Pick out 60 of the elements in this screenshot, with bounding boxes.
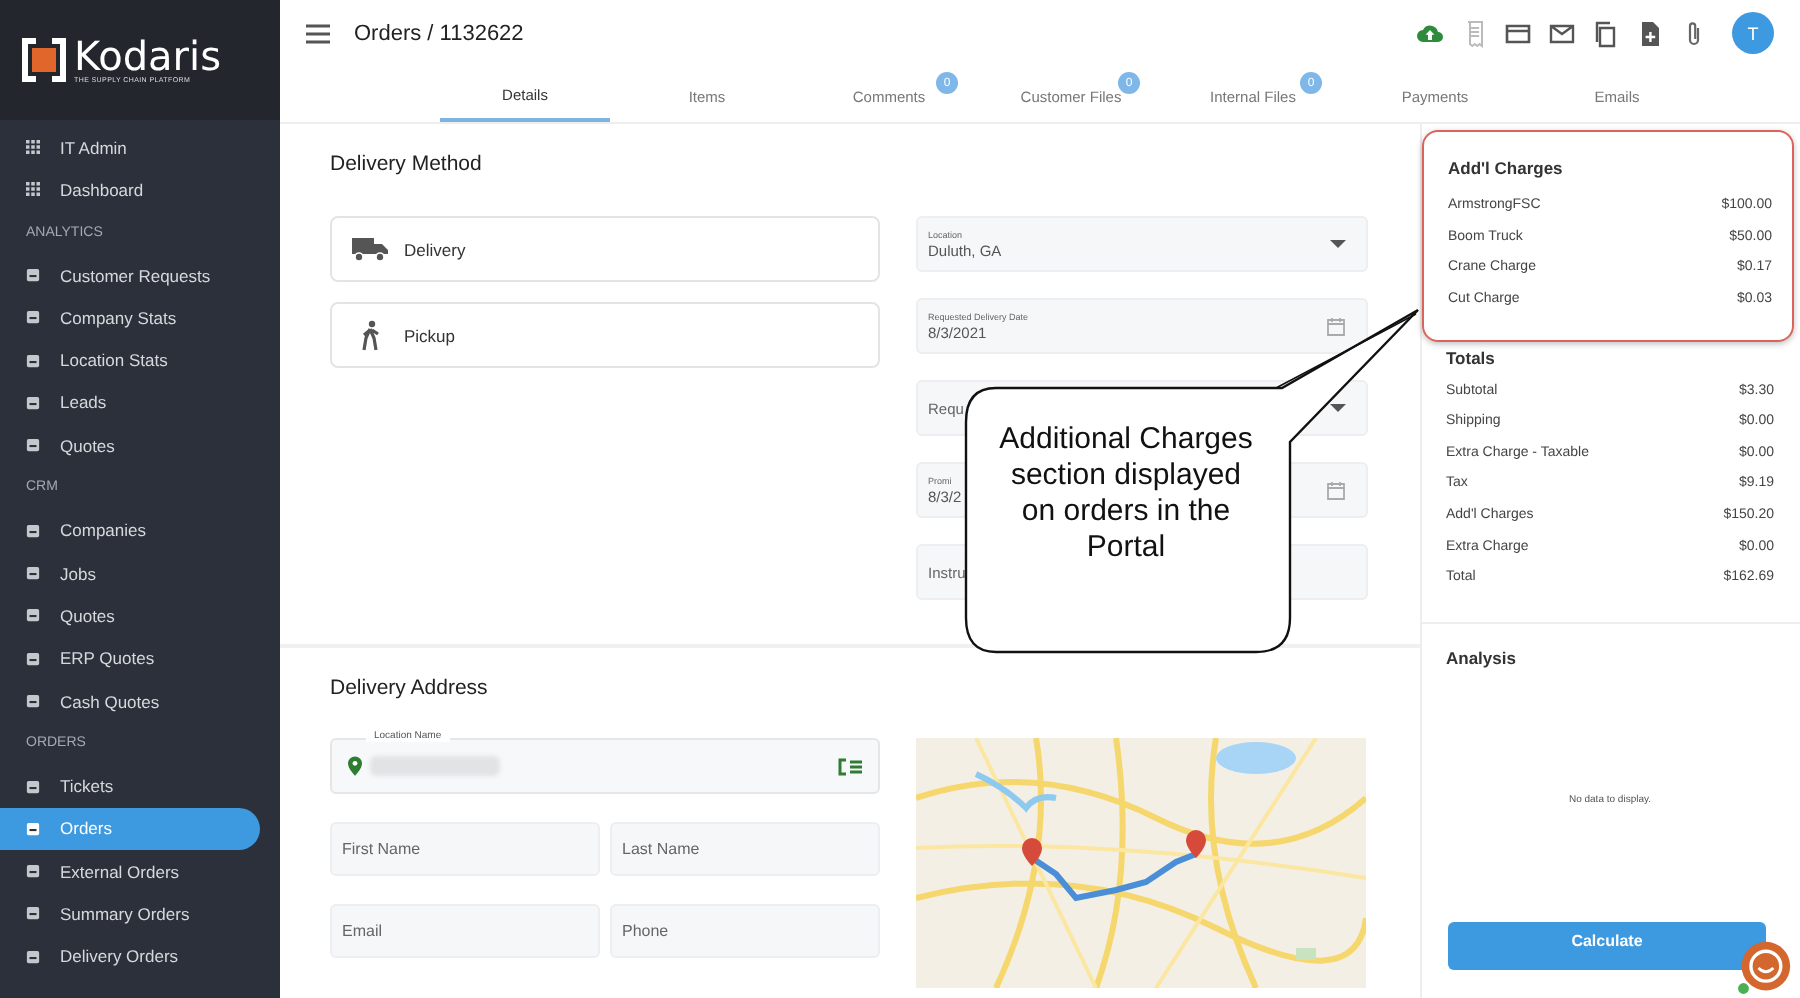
sidebar-item[interactable]: Tickets xyxy=(0,764,260,808)
list-icon[interactable] xyxy=(838,757,862,775)
sidebar-item[interactable]: Leads xyxy=(0,381,260,425)
sidebar-item[interactable]: Quotes xyxy=(0,594,260,638)
text-field[interactable]: First Name xyxy=(330,822,600,876)
sidebar-item[interactable]: Cash Quotes xyxy=(0,679,260,723)
document-icon xyxy=(26,949,40,964)
panel-title: Analysis xyxy=(1446,647,1518,668)
sidebar-item[interactable]: Summary Orders xyxy=(0,892,260,936)
delivery-option[interactable]: Delivery xyxy=(330,216,880,282)
document-icon xyxy=(26,779,40,794)
sidebar-item[interactable]: Location Stats xyxy=(0,338,260,382)
sidebar-item[interactable]: Companies xyxy=(0,509,260,552)
document-icon xyxy=(26,566,40,581)
document-icon xyxy=(26,268,40,283)
dropdown-caret-icon xyxy=(1330,240,1346,248)
section-title: Delivery Address xyxy=(330,676,490,700)
panel-title: Totals xyxy=(1446,348,1497,369)
text-field[interactable]: Phone xyxy=(610,904,880,958)
truck-icon xyxy=(352,236,388,262)
sidebar-item[interactable]: Jobs xyxy=(0,551,260,595)
panel-title: Add'l Charges xyxy=(1448,158,1565,178)
document-icon xyxy=(26,906,40,921)
document-icon xyxy=(26,395,40,410)
grid-icon xyxy=(26,182,40,197)
section-title: Delivery Method xyxy=(330,152,484,176)
dropdown-caret-icon xyxy=(1330,404,1346,412)
text-field[interactable]: Email xyxy=(330,904,600,958)
chat-icon[interactable] xyxy=(1736,940,1792,996)
document-icon xyxy=(26,821,40,836)
document-icon xyxy=(26,310,40,325)
grid-icon xyxy=(26,140,40,155)
sidebar-item[interactable]: Customer Requests xyxy=(0,253,260,297)
sidebar-item[interactable]: Company Stats xyxy=(0,296,260,339)
calendar-icon xyxy=(1326,480,1346,500)
mail-icon[interactable] xyxy=(1548,19,1576,47)
map-pin-icon xyxy=(348,756,362,776)
file-icon[interactable] xyxy=(1636,19,1664,47)
menu-icon[interactable] xyxy=(306,23,330,43)
document-icon xyxy=(26,694,40,708)
page-title: Orders / 1132622 xyxy=(354,21,524,45)
copy-icon[interactable] xyxy=(1592,19,1620,47)
sidebar-item[interactable]: Quotes xyxy=(0,424,260,467)
document-icon xyxy=(26,353,40,368)
sidebar-item[interactable]: Delivery Orders xyxy=(0,935,260,978)
logo-icon xyxy=(22,38,66,82)
credit-card-icon[interactable] xyxy=(1504,19,1532,47)
delivery-option[interactable]: Pickup xyxy=(330,302,880,368)
sidebar-item[interactable]: ERP Quotes xyxy=(0,637,260,680)
sidebar-item[interactable]: Dashboard xyxy=(0,168,260,212)
sidebar-item[interactable]: External Orders xyxy=(0,850,260,893)
document-icon xyxy=(26,608,40,623)
logo-text: Kodaris xyxy=(74,35,222,75)
text-field[interactable]: Last Name xyxy=(610,822,880,876)
document-icon xyxy=(26,651,40,666)
calendar-icon xyxy=(1326,316,1346,336)
sidebar-item[interactable]: IT Admin xyxy=(0,126,260,169)
document-icon xyxy=(26,864,40,879)
document-icon xyxy=(26,523,40,538)
document-icon xyxy=(26,438,40,453)
